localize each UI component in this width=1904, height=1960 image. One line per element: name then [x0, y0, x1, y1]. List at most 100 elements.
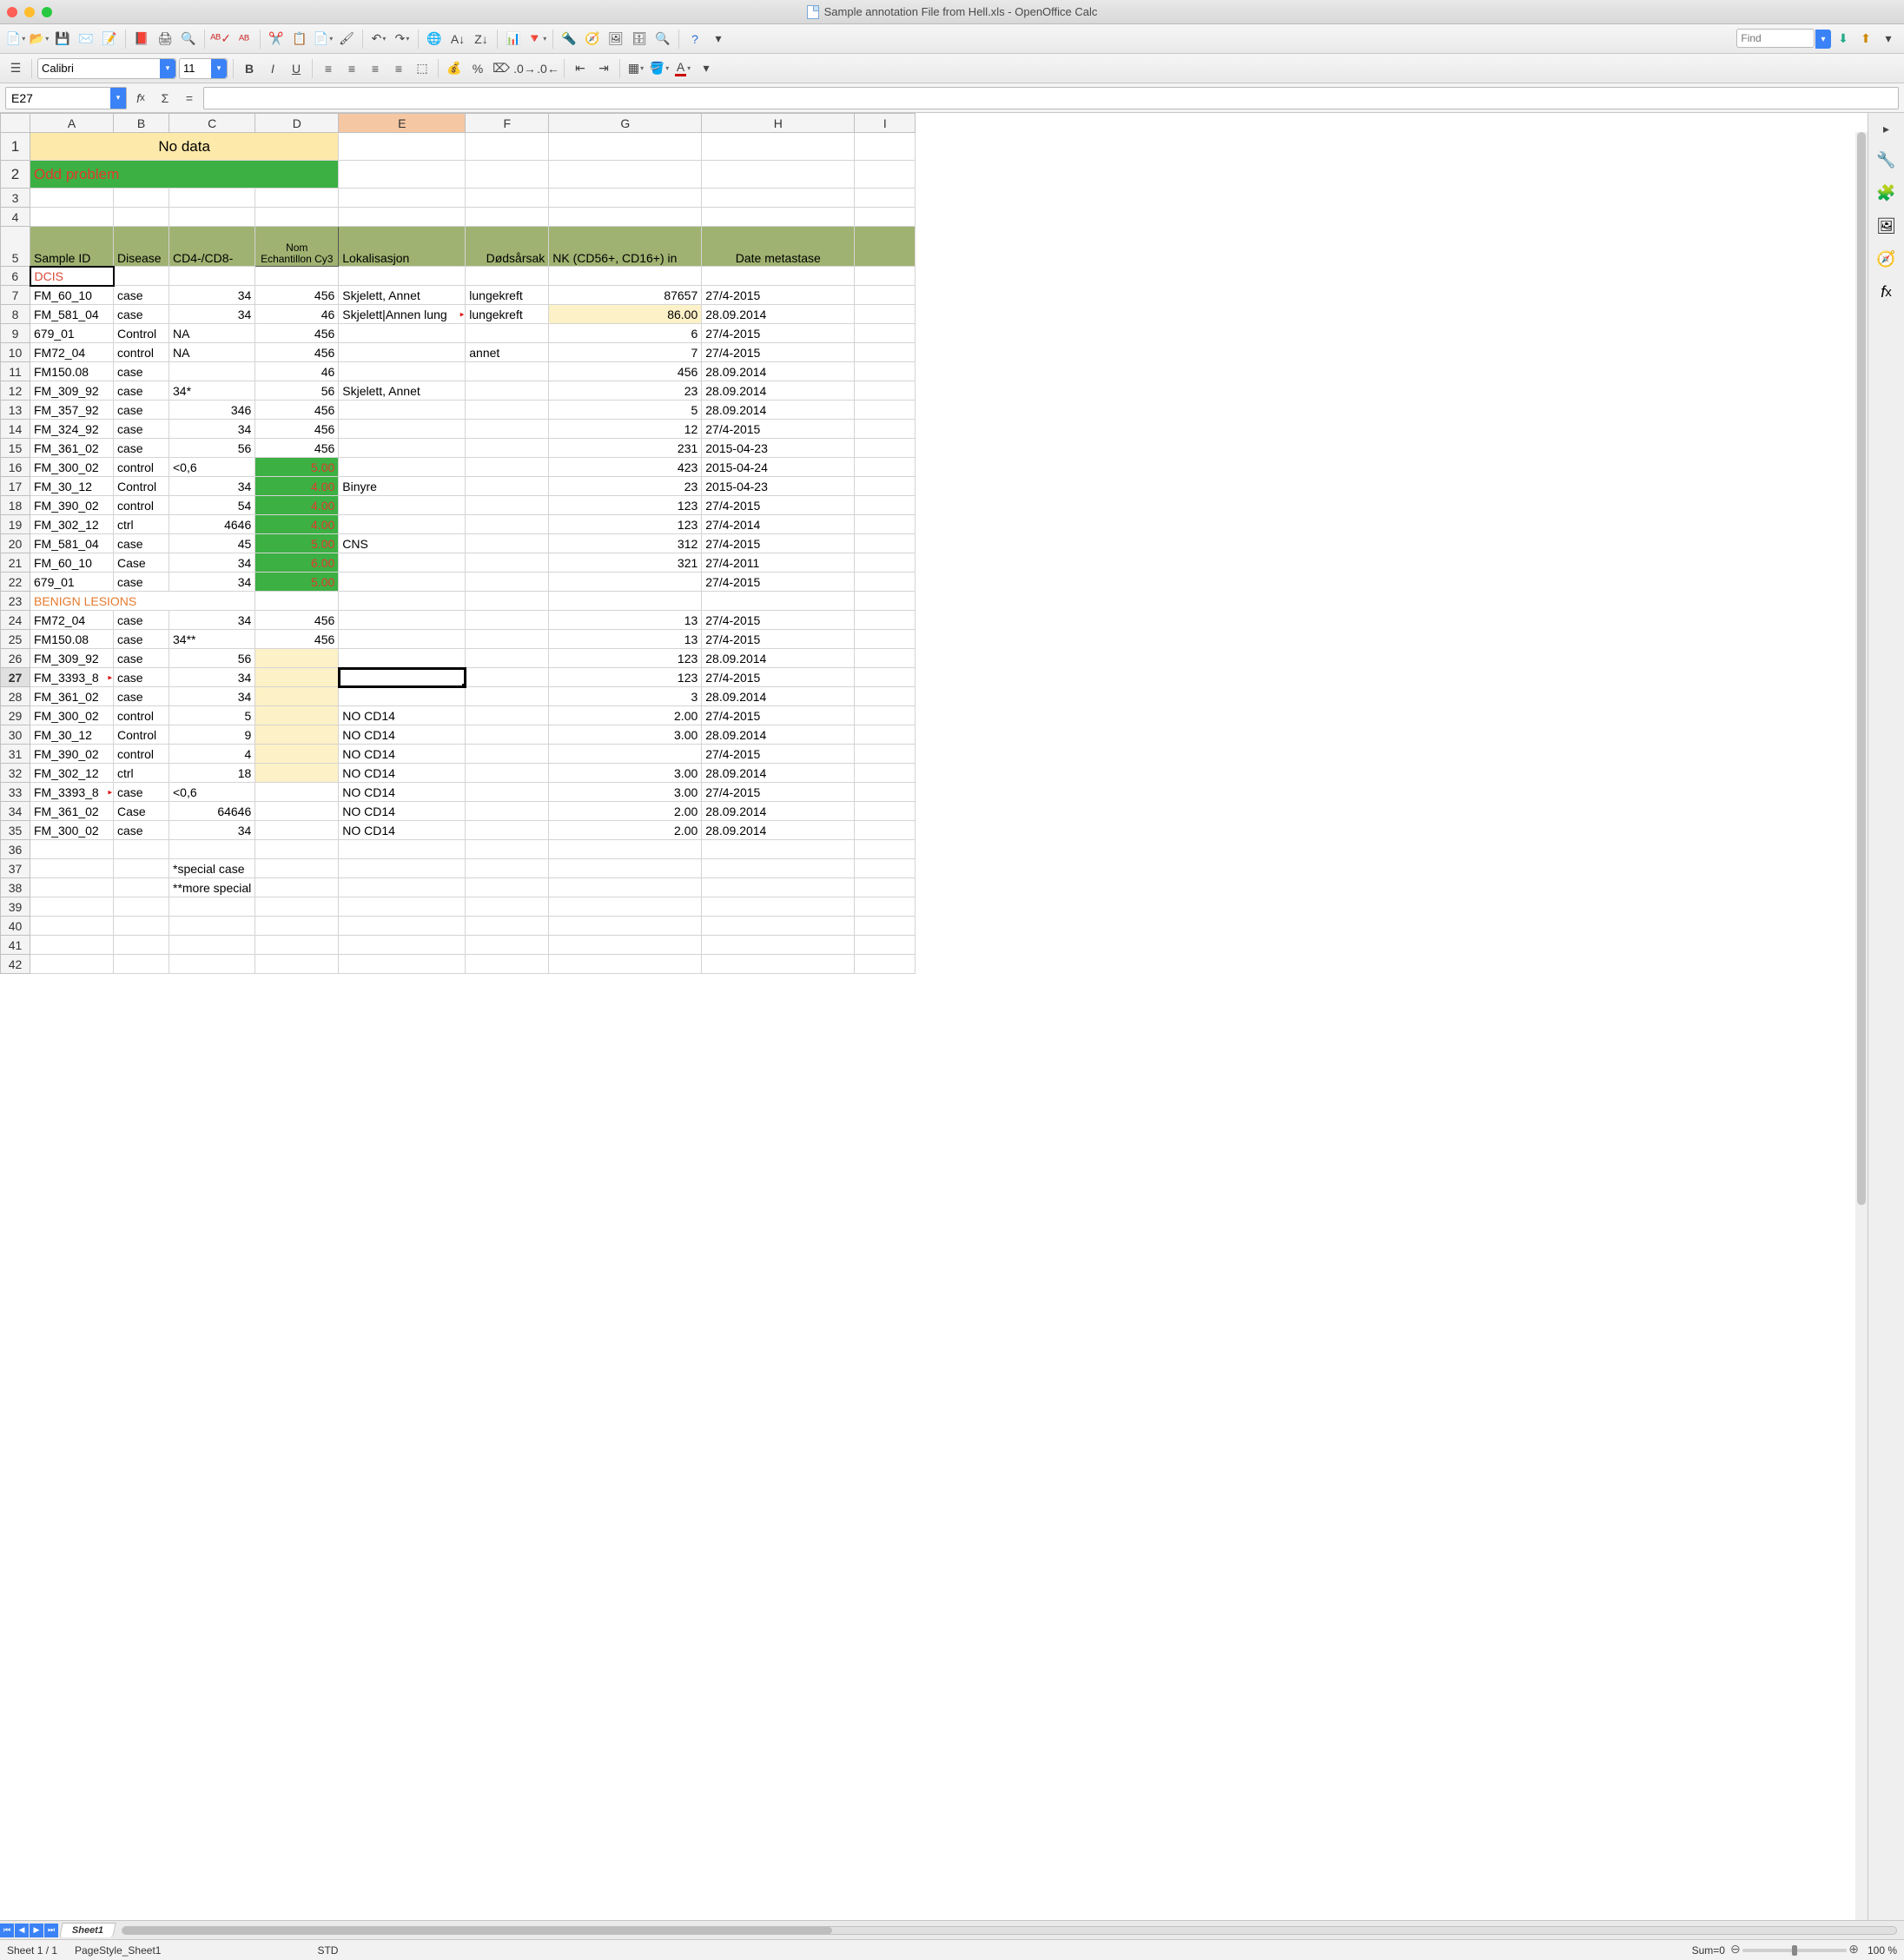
- cell-C16[interactable]: <0,6: [169, 458, 255, 477]
- cell-I3[interactable]: [855, 189, 916, 208]
- cell-D8[interactable]: 46: [255, 305, 339, 324]
- cell-I42[interactable]: [855, 955, 916, 974]
- cell-E14[interactable]: [339, 420, 466, 439]
- row-header-24[interactable]: 24: [1, 611, 30, 630]
- cell-B41[interactable]: [114, 936, 169, 955]
- cell-C21[interactable]: 34: [169, 553, 255, 573]
- cell-D38[interactable]: [255, 878, 339, 897]
- cell-E23[interactable]: [339, 592, 466, 611]
- cell-B6[interactable]: [114, 267, 169, 286]
- cell-H26[interactable]: 28.09.2014: [702, 649, 855, 668]
- find-overflow-button[interactable]: ▾: [1878, 29, 1899, 50]
- cell-F8[interactable]: lungekreft: [466, 305, 549, 324]
- cell-A5[interactable]: Sample ID: [30, 227, 114, 267]
- cell-G2[interactable]: [549, 161, 702, 189]
- cell-E32[interactable]: NO CD14: [339, 764, 466, 783]
- cell-E4[interactable]: [339, 208, 466, 227]
- cell-C41[interactable]: [169, 936, 255, 955]
- cell-C20[interactable]: 45: [169, 534, 255, 553]
- cell-F4[interactable]: [466, 208, 549, 227]
- col-header-C[interactable]: C: [169, 114, 255, 133]
- row-header-4[interactable]: 4: [1, 208, 30, 227]
- cell-G23[interactable]: [549, 592, 702, 611]
- cell-I35[interactable]: [855, 821, 916, 840]
- cell-C5[interactable]: CD4-/CD8-: [169, 227, 255, 267]
- cell-A20[interactable]: FM_581_04: [30, 534, 114, 553]
- cell-C15[interactable]: 56: [169, 439, 255, 458]
- cell-H11[interactable]: 28.09.2014: [702, 362, 855, 381]
- properties-icon[interactable]: 🔧: [1874, 148, 1899, 172]
- cell-B39[interactable]: [114, 897, 169, 917]
- cell-E33[interactable]: NO CD14: [339, 783, 466, 802]
- cell-G5[interactable]: NK (CD56+, CD16+) in: [549, 227, 702, 267]
- cell-H25[interactable]: 27/4-2015: [702, 630, 855, 649]
- cell-G8[interactable]: 86.00: [549, 305, 702, 324]
- cell-F30[interactable]: [466, 725, 549, 745]
- cell-F10[interactable]: annet: [466, 343, 549, 362]
- cell-D29[interactable]: [255, 706, 339, 725]
- cell-A40[interactable]: [30, 917, 114, 936]
- cell-E11[interactable]: [339, 362, 466, 381]
- cell-B37[interactable]: [114, 859, 169, 878]
- cell-C35[interactable]: 34: [169, 821, 255, 840]
- cell-H9[interactable]: 27/4-2015: [702, 324, 855, 343]
- row-header-8[interactable]: 8: [1, 305, 30, 324]
- cell-F23[interactable]: [466, 592, 549, 611]
- cell-H20[interactable]: 27/4-2015: [702, 534, 855, 553]
- cell-F38[interactable]: [466, 878, 549, 897]
- cell-D16[interactable]: 5.00: [255, 458, 339, 477]
- cell-G22[interactable]: [549, 573, 702, 592]
- cell-A2[interactable]: Odd problem: [30, 161, 339, 189]
- cell-C33[interactable]: <0,6: [169, 783, 255, 802]
- cell-A29[interactable]: FM_300_02: [30, 706, 114, 725]
- cell-B3[interactable]: [114, 189, 169, 208]
- row-header-39[interactable]: 39: [1, 897, 30, 917]
- copy-button[interactable]: 📋: [289, 29, 310, 50]
- cell-G15[interactable]: 231: [549, 439, 702, 458]
- cell-B27[interactable]: case: [114, 668, 169, 687]
- cell-A31[interactable]: FM_390_02: [30, 745, 114, 764]
- row-header-20[interactable]: 20: [1, 534, 30, 553]
- cell-F40[interactable]: [466, 917, 549, 936]
- cell-I2[interactable]: [855, 161, 916, 189]
- cell-I11[interactable]: [855, 362, 916, 381]
- row-header-12[interactable]: 12: [1, 381, 30, 401]
- cell-C24[interactable]: 34: [169, 611, 255, 630]
- cell-A23[interactable]: BENIGN LESIONS: [30, 592, 255, 611]
- cell-G27[interactable]: 123: [549, 668, 702, 687]
- cell-F28[interactable]: [466, 687, 549, 706]
- cell-F25[interactable]: [466, 630, 549, 649]
- cell-D33[interactable]: [255, 783, 339, 802]
- cell-H13[interactable]: 28.09.2014: [702, 401, 855, 420]
- cell-D26[interactable]: [255, 649, 339, 668]
- cell-H10[interactable]: 27/4-2015: [702, 343, 855, 362]
- cell-E30[interactable]: NO CD14: [339, 725, 466, 745]
- cell-F2[interactable]: [466, 161, 549, 189]
- row-header-2[interactable]: 2: [1, 161, 30, 189]
- bgcolor-button[interactable]: 🪣: [649, 58, 670, 79]
- add-decimal-button[interactable]: .0→: [514, 58, 535, 79]
- cell-B8[interactable]: case: [114, 305, 169, 324]
- cell-B12[interactable]: case: [114, 381, 169, 401]
- cell-D25[interactable]: 456: [255, 630, 339, 649]
- cell-I5[interactable]: [855, 227, 916, 267]
- cell-G6[interactable]: [549, 267, 702, 286]
- row-header-10[interactable]: 10: [1, 343, 30, 362]
- cell-I13[interactable]: [855, 401, 916, 420]
- sheet-next-button[interactable]: ▶: [30, 1924, 43, 1937]
- underline-button[interactable]: U: [286, 58, 307, 79]
- cell-C6[interactable]: [169, 267, 255, 286]
- cell-B22[interactable]: case: [114, 573, 169, 592]
- cell-F11[interactable]: [466, 362, 549, 381]
- cell-I14[interactable]: [855, 420, 916, 439]
- gallery-icon[interactable]: 🖼: [1874, 214, 1899, 238]
- cell-F17[interactable]: [466, 477, 549, 496]
- cell-C34[interactable]: 64646: [169, 802, 255, 821]
- spreadsheet-area[interactable]: ABCDEFGHI1No data2Odd problem345Sample I…: [0, 113, 1868, 1920]
- cell-F6[interactable]: [466, 267, 549, 286]
- status-mode[interactable]: STD: [317, 1944, 338, 1957]
- cell-G42[interactable]: [549, 955, 702, 974]
- functions-icon[interactable]: fx: [1874, 280, 1899, 304]
- row-header-41[interactable]: 41: [1, 936, 30, 955]
- cell-B5[interactable]: Disease: [114, 227, 169, 267]
